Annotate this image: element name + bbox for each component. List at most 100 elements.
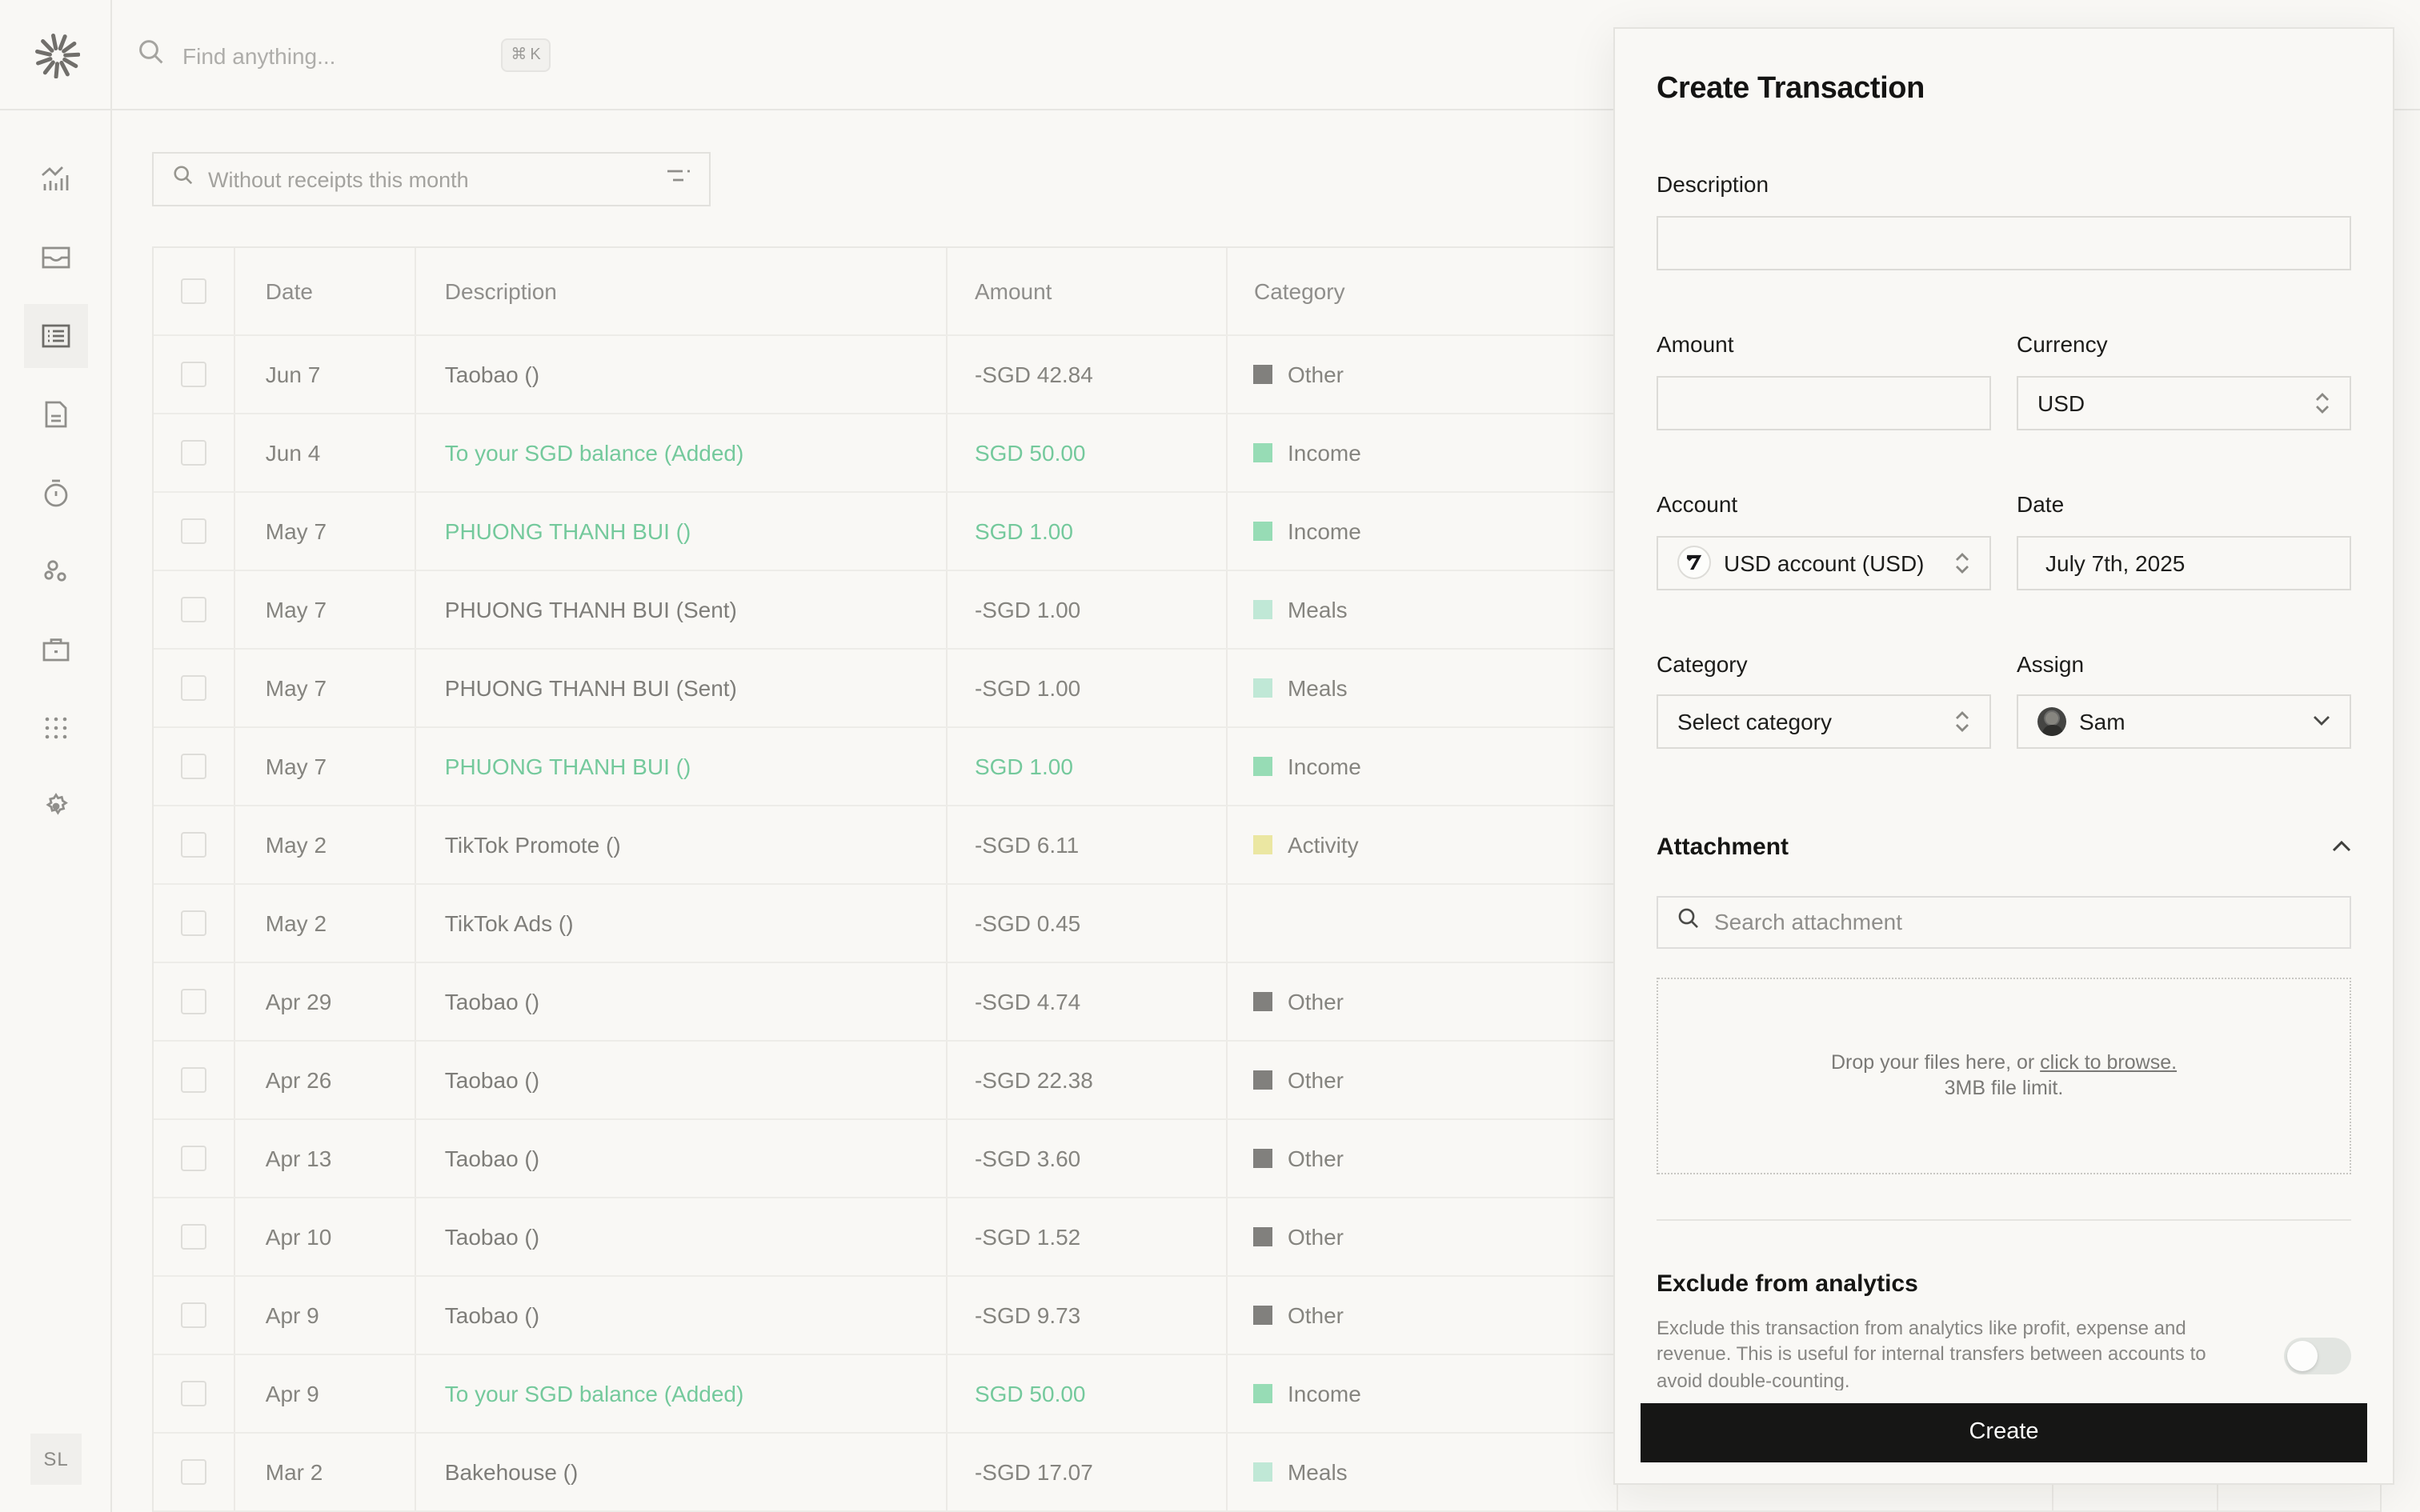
global-search-placeholder: Find anything... [182, 43, 336, 69]
bank-logo-icon [1677, 546, 1711, 579]
row-checkbox-cell [154, 884, 234, 961]
transaction-amount: -SGD 0.45 [945, 884, 1226, 961]
sidebar-item-customers[interactable] [24, 539, 88, 603]
search-icon [173, 165, 194, 194]
category-color-swatch [1253, 521, 1273, 540]
exclude-analytics-description: Exclude this transaction from analytics … [1657, 1316, 2206, 1390]
row-checkbox[interactable] [181, 1145, 207, 1170]
transaction-description: Taobao () [415, 335, 946, 412]
sidebar-item-analytics[interactable] [24, 147, 88, 211]
stopwatch-icon [40, 477, 72, 509]
transaction-date: Jun 4 [234, 414, 415, 490]
sidebar-item-settings[interactable] [24, 774, 88, 838]
transaction-date: Apr 10 [234, 1198, 415, 1274]
sidebar-item-inbox[interactable] [24, 226, 88, 290]
exclude-analytics-toggle[interactable] [2284, 1337, 2351, 1374]
transactions-filter-input[interactable]: Without receipts this month [152, 152, 711, 206]
row-checkbox[interactable] [181, 1458, 207, 1484]
briefcase-icon [40, 634, 72, 666]
sidebar-item-transactions[interactable] [24, 304, 88, 368]
gear-icon [40, 790, 72, 822]
amount-label: Amount [1657, 330, 1734, 356]
transaction-amount: SGD 1.00 [945, 727, 1226, 804]
file-dropzone[interactable]: Drop your files here, or click to browse… [1657, 977, 2351, 1174]
category-color-swatch [1253, 1070, 1273, 1089]
row-checkbox[interactable] [181, 988, 207, 1014]
select-all-checkbox[interactable] [181, 278, 207, 304]
sidebar: SL [0, 0, 112, 1512]
row-checkbox[interactable] [181, 361, 207, 386]
column-header-date: Date [234, 248, 415, 334]
row-checkbox[interactable] [181, 1223, 207, 1249]
amount-input[interactable] [1657, 375, 1991, 430]
transaction-description: PHUONG THANH BUI () [415, 492, 946, 569]
sidebar-item-invoices[interactable] [24, 382, 88, 446]
sidebar-item-tracker[interactable] [24, 461, 88, 525]
transaction-category: Income [1225, 1354, 1617, 1431]
category-color-swatch [1253, 678, 1273, 697]
row-checkbox[interactable] [181, 910, 207, 935]
row-checkbox[interactable] [181, 439, 207, 465]
account-select[interactable]: USD account (USD) [1657, 535, 1991, 590]
transaction-category: Income [1225, 414, 1617, 490]
create-button[interactable]: Create [1641, 1402, 2367, 1462]
row-checkbox[interactable] [181, 596, 207, 622]
row-checkbox-cell [154, 1354, 234, 1431]
create-transaction-panel: Create Transaction Description Amount Cu… [1613, 26, 2394, 1484]
transaction-amount: -SGD 1.00 [945, 570, 1226, 647]
date-label: Date [2017, 490, 2065, 516]
row-checkbox[interactable] [181, 1380, 207, 1406]
transaction-date: Apr 9 [234, 1276, 415, 1353]
transaction-category: Meals [1225, 649, 1617, 726]
transaction-date: May 2 [234, 884, 415, 961]
row-checkbox[interactable] [181, 831, 207, 857]
category-color-swatch [1253, 1462, 1273, 1481]
currency-select[interactable]: USD [2017, 375, 2351, 430]
column-header-description: Description [415, 248, 946, 334]
transaction-description: TikTok Promote () [415, 806, 946, 882]
row-checkbox[interactable] [181, 1066, 207, 1092]
browse-files-link[interactable]: click to browse. [2040, 1050, 2177, 1073]
sidebar-nav [0, 147, 112, 853]
category-select[interactable]: Select category [1657, 694, 1991, 748]
category-color-swatch [1253, 442, 1273, 462]
chevron-up-down-icon [2314, 391, 2330, 414]
transaction-date: May 2 [234, 806, 415, 882]
transaction-amount: -SGD 1.00 [945, 649, 1226, 726]
transaction-amount: -SGD 6.11 [945, 806, 1226, 882]
app-logo-icon[interactable] [35, 34, 81, 79]
row-checkbox-cell [154, 1041, 234, 1118]
row-checkbox[interactable] [181, 674, 207, 700]
attachment-search-input[interactable]: Search attachment [1657, 895, 2351, 948]
assign-select[interactable]: Sam [2017, 694, 2351, 748]
transaction-category: Activity [1225, 806, 1617, 882]
filter-icon[interactable] [667, 165, 690, 194]
transaction-date: May 7 [234, 649, 415, 726]
transaction-description: Taobao () [415, 1276, 946, 1353]
user-avatar[interactable]: SL [30, 1434, 82, 1485]
chevron-up-icon[interactable] [2332, 840, 2351, 853]
description-input[interactable] [1657, 215, 2351, 270]
column-header-amount: Amount [945, 248, 1226, 334]
transaction-description: To your SGD balance (Added) [415, 1354, 946, 1431]
sidebar-item-vault[interactable] [24, 618, 88, 682]
transaction-description: PHUONG THANH BUI (Sent) [415, 570, 946, 647]
date-field[interactable]: July 7th, 2025 [2017, 535, 2351, 590]
sidebar-item-apps[interactable] [24, 696, 88, 760]
row-checkbox[interactable] [181, 753, 207, 778]
shortcut-badge: ⌘ K [501, 38, 551, 72]
row-checkbox-cell [154, 414, 234, 490]
inbox-icon [40, 242, 72, 274]
description-label: Description [1657, 170, 1769, 196]
transaction-category: Income [1225, 492, 1617, 569]
row-checkbox[interactable] [181, 518, 207, 543]
transaction-date: May 7 [234, 570, 415, 647]
category-color-swatch [1253, 1305, 1273, 1324]
chevron-up-down-icon [1954, 710, 1970, 732]
row-checkbox-cell [154, 649, 234, 726]
row-checkbox[interactable] [181, 1302, 207, 1327]
transaction-category: Other [1225, 1276, 1617, 1353]
search-icon [1677, 906, 1700, 937]
transactions-list-icon [40, 320, 72, 352]
category-color-swatch [1253, 1383, 1273, 1402]
